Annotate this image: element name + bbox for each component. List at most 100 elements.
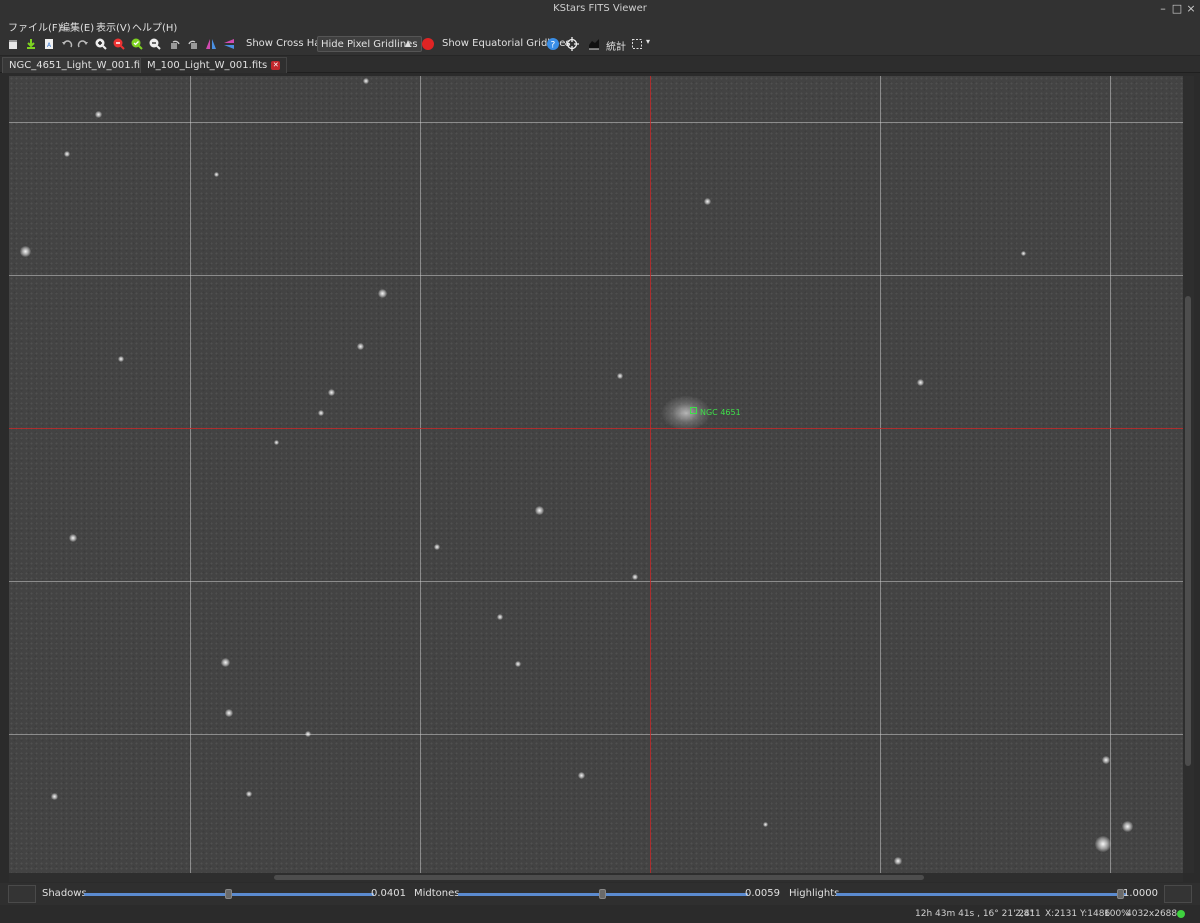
menu-bar: ファイル(F) 編集(E) 表示(V) ヘルプ(H): [0, 18, 1200, 34]
star: [378, 289, 387, 298]
star: [328, 389, 335, 396]
rotate-cw-icon[interactable]: [168, 37, 182, 51]
vertical-scrollbar[interactable]: [1183, 76, 1194, 873]
scrollbar-handle[interactable]: [1185, 296, 1191, 766]
star: [434, 544, 440, 550]
star: [763, 822, 768, 827]
tab-label: NGC_4651_Light_W_001.fits: [9, 60, 150, 71]
zoom-out-icon[interactable]: [112, 37, 126, 51]
object-marker[interactable]: [690, 407, 697, 414]
status-xy: X:2131 Y:1486: [1045, 909, 1111, 919]
menu-file[interactable]: ファイル(F): [8, 19, 62, 34]
tab-bar: NGC_4651_Light_W_001.fits ✕ M_100_Light_W…: [0, 56, 1200, 73]
statistics-button[interactable]: 統計: [606, 38, 626, 53]
menu-edit[interactable]: 編集(E): [60, 19, 94, 34]
selection-dropdown-icon[interactable]: ▾: [646, 37, 650, 46]
rotate-ccw-icon[interactable]: [186, 37, 200, 51]
crosshair-horizontal: [9, 428, 1183, 429]
status-led-icon: [1177, 910, 1185, 918]
midtones-value: 0.0059: [745, 888, 780, 899]
shadows-slider-handle[interactable]: [225, 889, 232, 899]
scrollbar-handle[interactable]: [274, 875, 924, 880]
star: [363, 78, 369, 84]
gridline: [9, 581, 1183, 582]
selection-icon[interactable]: [630, 37, 644, 51]
status-pixel-value: 2,811: [1015, 909, 1041, 919]
gridline: [880, 76, 881, 873]
star: [118, 356, 124, 362]
stretch-bar: Shadows 0.0401 Midtones 0.0059 Highlight…: [0, 883, 1200, 905]
flip-vertical-icon[interactable]: [222, 37, 236, 51]
star: [20, 246, 31, 257]
star: [1102, 756, 1110, 764]
star: [578, 772, 585, 779]
crosshair-vertical: [650, 76, 651, 873]
minimize-icon[interactable]: –: [1156, 2, 1170, 16]
stretch-toggle-button[interactable]: [8, 885, 36, 903]
gridline: [190, 76, 191, 873]
star: [225, 709, 233, 717]
star: [214, 172, 219, 177]
fits-image-view[interactable]: NGC 4651: [9, 76, 1183, 873]
object-label: NGC 4651: [700, 408, 741, 417]
star: [894, 857, 902, 865]
zoom-in-icon[interactable]: [94, 37, 108, 51]
redo-icon[interactable]: [76, 37, 90, 51]
star: [515, 661, 521, 667]
highlights-label: Highlights: [789, 888, 840, 899]
undo-icon[interactable]: [60, 37, 74, 51]
title-bar: KStars FITS Viewer – □ ×: [0, 0, 1200, 18]
histogram-icon[interactable]: [587, 37, 601, 51]
highlights-slider[interactable]: [836, 893, 1126, 896]
star: [917, 379, 924, 386]
save-icon[interactable]: [24, 37, 38, 51]
tab-m-100[interactable]: M_100_Light_W_001.fits ✕: [140, 57, 288, 73]
window-title: KStars FITS Viewer: [553, 3, 647, 14]
star: [64, 151, 70, 157]
gridline: [1110, 76, 1111, 873]
shadows-value: 0.0401: [371, 888, 406, 899]
zoom-fit-icon[interactable]: [148, 37, 162, 51]
menu-view[interactable]: 表示(V): [96, 19, 131, 34]
star: [1122, 821, 1133, 832]
auto-stretch-button[interactable]: [1164, 885, 1192, 903]
star: [318, 410, 324, 416]
record-icon[interactable]: [421, 37, 435, 51]
gridline: [9, 275, 1183, 276]
star: [632, 574, 638, 580]
star: [617, 373, 623, 379]
status-bar: 12h 43m 41s , 16° 21' 24" 2,811 X:2131 Y…: [0, 905, 1200, 923]
tab-label: M_100_Light_W_001.fits: [147, 60, 268, 71]
flip-horizontal-icon[interactable]: [204, 37, 218, 51]
star: [1021, 251, 1026, 256]
star: [246, 791, 252, 797]
maximize-icon[interactable]: □: [1170, 2, 1184, 16]
horizontal-scrollbar[interactable]: [9, 873, 1183, 882]
midtones-label: Midtones: [414, 888, 460, 899]
shadows-label: Shadows: [42, 888, 87, 899]
midtones-slider-handle[interactable]: [599, 889, 606, 899]
star: [51, 793, 58, 800]
close-icon[interactable]: ×: [1184, 2, 1198, 16]
star: [1095, 836, 1111, 852]
gridline: [9, 734, 1183, 735]
crosshair-target-icon[interactable]: [565, 37, 579, 51]
svg-text:?: ?: [551, 41, 556, 51]
toolbar: A Show Cross Hairs Hide Pixel Gridlines …: [0, 34, 1200, 56]
star: [95, 111, 102, 118]
star: [535, 506, 544, 515]
mark-stars-icon[interactable]: [401, 37, 415, 51]
zoom-default-icon[interactable]: [130, 37, 144, 51]
star: [69, 534, 77, 542]
star: [305, 731, 311, 737]
help-icon[interactable]: ?: [546, 37, 560, 51]
gridline: [9, 122, 1183, 123]
menu-help[interactable]: ヘルプ(H): [132, 19, 177, 34]
star: [704, 198, 711, 205]
gridline: [420, 76, 421, 873]
save-as-icon[interactable]: A: [42, 37, 56, 51]
star: [357, 343, 364, 350]
status-resolution: 4032x2688: [1126, 909, 1178, 919]
tab-close-icon[interactable]: ✕: [271, 60, 281, 70]
open-icon[interactable]: [6, 37, 20, 51]
